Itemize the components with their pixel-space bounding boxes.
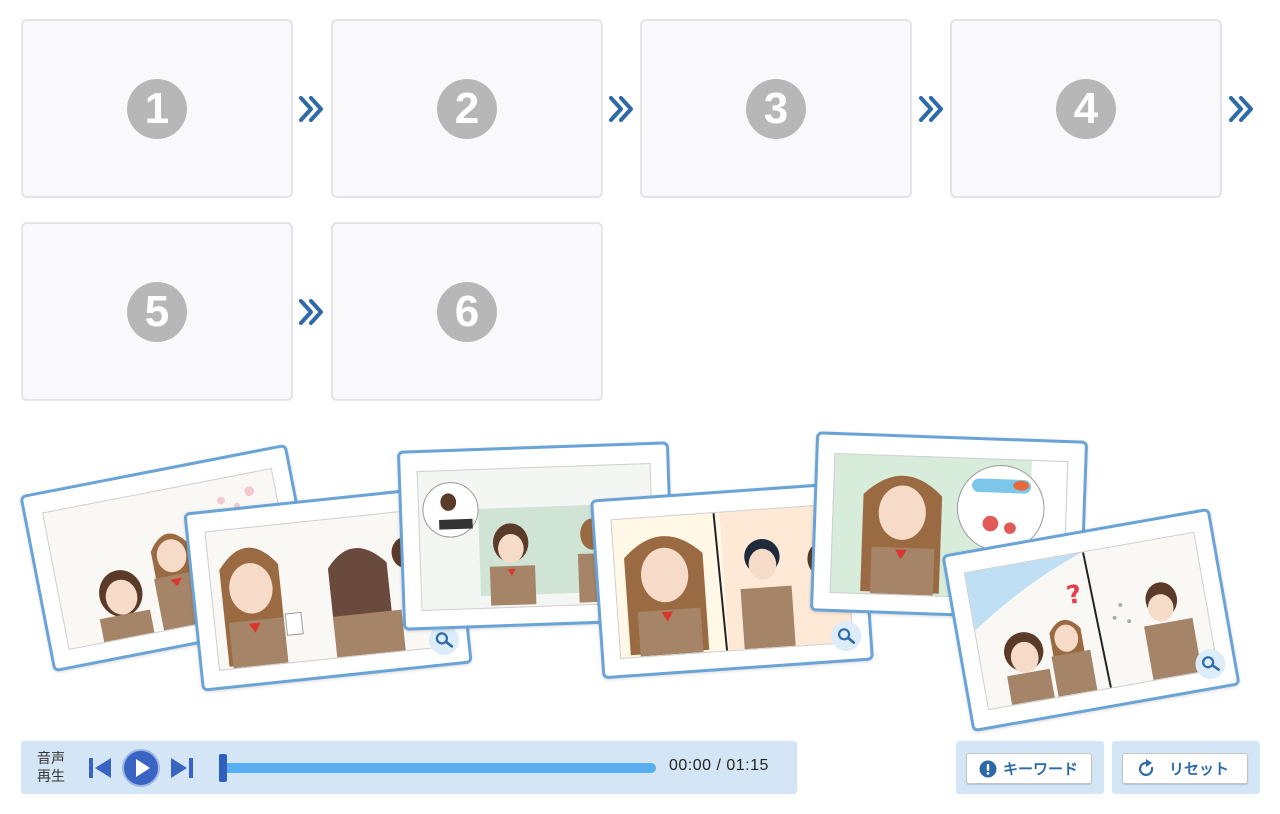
play-icon[interactable] xyxy=(121,748,161,788)
answer-slot-1[interactable]: 1 xyxy=(21,19,293,198)
search-icon xyxy=(1202,656,1220,671)
reset-icon xyxy=(1138,758,1154,776)
keyword-button-label: キーワード xyxy=(1003,760,1079,778)
slot-number: 3 xyxy=(746,78,806,139)
audio-play-label: 音声再生 xyxy=(37,750,65,784)
keyword-button[interactable]: キーワード xyxy=(966,753,1092,784)
exclamation-icon xyxy=(979,760,997,777)
double-chevron-right-icon xyxy=(299,96,323,122)
skip-next-icon[interactable] xyxy=(169,756,195,780)
reset-button-label: リセット xyxy=(1169,760,1230,778)
zoom-button[interactable] xyxy=(830,620,863,653)
svg-text:?: ? xyxy=(1064,578,1084,610)
double-chevron-right-icon xyxy=(609,96,633,122)
double-chevron-right-icon xyxy=(1229,96,1253,122)
search-icon xyxy=(435,632,454,648)
answer-slot-3[interactable]: 3 xyxy=(640,19,912,198)
slot-number: 5 xyxy=(127,281,187,342)
slot-number: 2 xyxy=(437,78,497,139)
progress-track[interactable] xyxy=(221,763,656,773)
slot-number: 4 xyxy=(1056,78,1116,139)
skip-previous-icon[interactable] xyxy=(87,756,113,780)
slot-number: 6 xyxy=(437,281,497,342)
manga-illustration: ? xyxy=(963,531,1219,711)
stage: 1 2 3 4 5 6 ? 音声再生 00:00 / 01:15 キーワード リ… xyxy=(0,0,1280,814)
answer-slot-6[interactable]: 6 xyxy=(331,222,603,401)
reset-button[interactable]: リセット xyxy=(1122,753,1248,784)
answer-slot-5[interactable]: 5 xyxy=(21,222,293,401)
time-display: 00:00 / 01:15 xyxy=(669,757,769,774)
audio-player: 音声再生 00:00 / 01:15 xyxy=(21,741,797,794)
reset-panel: リセット xyxy=(1112,741,1260,794)
double-chevron-right-icon xyxy=(299,299,323,325)
slot-number: 1 xyxy=(127,78,187,139)
keyword-panel: キーワード xyxy=(956,741,1104,794)
answer-slot-2[interactable]: 2 xyxy=(331,19,603,198)
search-icon xyxy=(837,628,855,644)
answer-slot-4[interactable]: 4 xyxy=(950,19,1222,198)
progress-handle[interactable] xyxy=(219,754,227,782)
double-chevron-right-icon xyxy=(919,96,943,122)
